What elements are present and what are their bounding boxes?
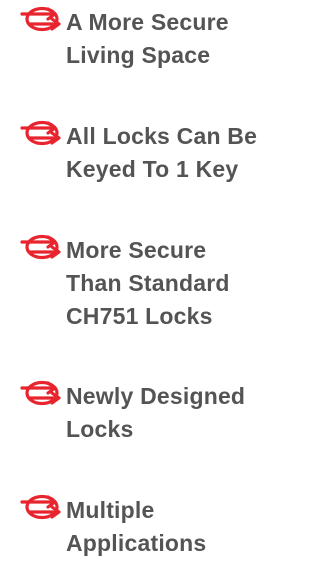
feature-line: A More Secure bbox=[66, 9, 229, 35]
feature-text: More Secure Than Standard CH751 Locks bbox=[66, 234, 230, 333]
feature-line: All Locks Can Be bbox=[66, 123, 258, 149]
feature-item-newly-designed: Newly Designed Locks bbox=[18, 380, 318, 446]
feature-line: Than Standard bbox=[66, 270, 230, 296]
feature-line: Keyed To 1 Key bbox=[66, 156, 239, 182]
feature-text: Newly Designed Locks bbox=[66, 380, 245, 446]
feature-line: CH751 Locks bbox=[66, 303, 213, 329]
feature-line: Living Space bbox=[66, 42, 211, 68]
feature-item-multiple-applications: Multiple Applications bbox=[18, 494, 318, 560]
feature-line: More Secure bbox=[66, 237, 207, 263]
feature-line: Locks bbox=[66, 416, 134, 442]
circled-double-arrow-icon bbox=[20, 234, 61, 260]
feature-list: A More Secure Living Space All Locks Can… bbox=[0, 0, 331, 571]
circled-double-arrow-icon bbox=[20, 380, 61, 406]
feature-text: A More Secure Living Space bbox=[66, 6, 229, 72]
feature-text: Multiple Applications bbox=[66, 494, 206, 560]
feature-item-keyed-alike: All Locks Can Be Keyed To 1 Key bbox=[18, 120, 318, 186]
circled-double-arrow-icon bbox=[20, 494, 61, 520]
feature-line: Multiple bbox=[66, 497, 155, 523]
feature-item-secure-living: A More Secure Living Space bbox=[18, 6, 318, 72]
feature-item-more-secure: More Secure Than Standard CH751 Locks bbox=[18, 234, 318, 333]
circled-double-arrow-icon bbox=[20, 6, 61, 32]
feature-text: All Locks Can Be Keyed To 1 Key bbox=[66, 120, 257, 186]
feature-line: Applications bbox=[66, 530, 207, 556]
feature-line: Newly Designed bbox=[66, 383, 246, 409]
circled-double-arrow-icon bbox=[20, 120, 61, 146]
